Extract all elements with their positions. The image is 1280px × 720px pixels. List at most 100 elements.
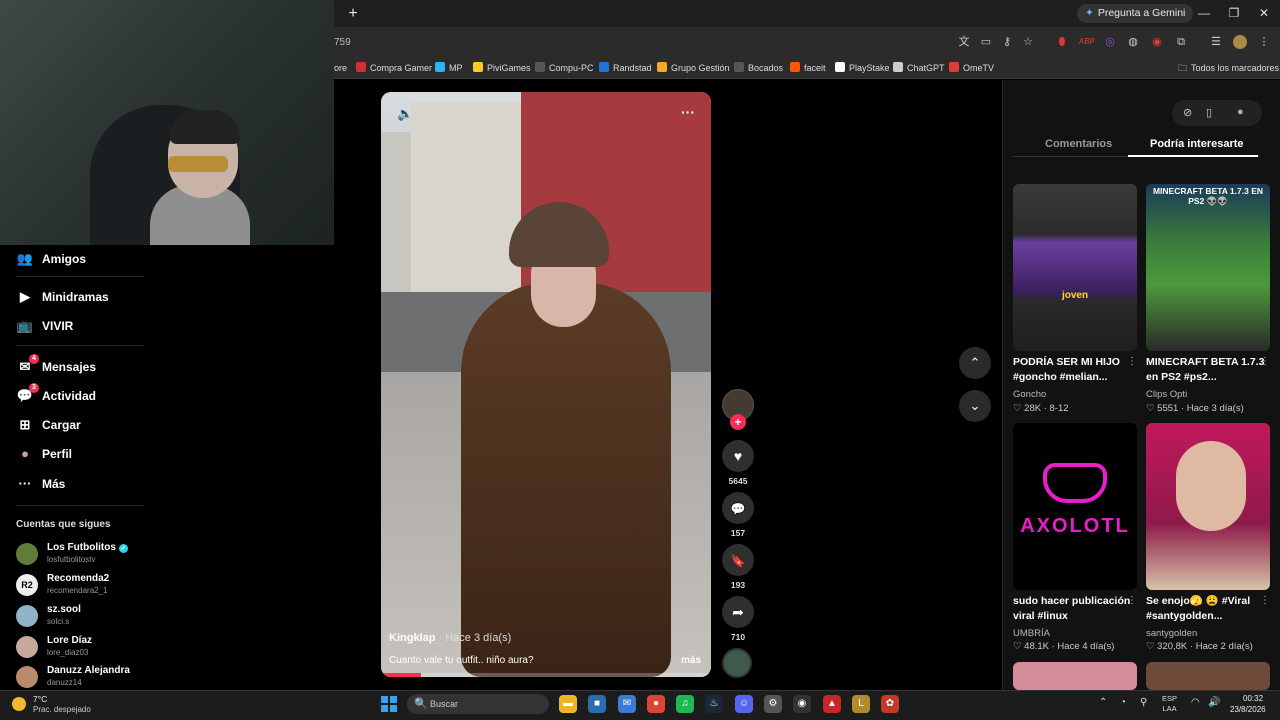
weather-description[interactable]: Prac. despejado <box>33 705 91 714</box>
volume-icon[interactable]: 🔈 <box>397 106 413 122</box>
like-button[interactable]: ♥ <box>722 440 754 472</box>
extensions-puzzle-icon[interactable]: ⧉ <box>1174 35 1188 49</box>
bookmark-item[interactable]: PlayStake <box>835 61 890 75</box>
tab-comments[interactable]: Comentarios <box>1045 138 1112 150</box>
bookmark-item[interactable]: faceit <box>790 61 826 75</box>
share-button[interactable]: ➦ <box>722 596 754 628</box>
card-menu-icon[interactable]: ⋮ <box>1260 356 1270 367</box>
suggested-video-thumbnail[interactable]: joven <box>1013 184 1137 351</box>
sidebar-item-actividad[interactable]: 💬 3 Actividad <box>16 383 96 407</box>
suggested-video-title[interactable]: PODRÍA SER MI HIJO #goncho #melian... <box>1013 355 1137 385</box>
clock-time[interactable]: 00:32 <box>1243 694 1263 703</box>
profile-avatar-icon[interactable] <box>1233 35 1247 49</box>
extension-color-icon[interactable]: ◎ <box>1103 35 1117 49</box>
bookmark-item[interactable]: Bocados <box>734 61 783 75</box>
cast-icon[interactable]: ▭ <box>979 35 993 49</box>
suggested-video-author[interactable]: Clips Opti <box>1146 389 1187 400</box>
settings-icon[interactable]: ⚙ <box>764 695 782 713</box>
new-tab-button[interactable]: + <box>345 6 361 22</box>
key-icon[interactable]: ⚷ <box>1000 35 1014 49</box>
suggested-video-thumbnail[interactable] <box>1013 662 1137 690</box>
tab-suggested[interactable]: Podría interesarte <box>1150 138 1244 150</box>
suggested-video-thumbnail[interactable]: MINECRAFT BETA 1.7.3 EN PS2 👽👽 <box>1146 184 1270 351</box>
active-app-icon[interactable]: ✿ <box>881 695 899 713</box>
minimize-button[interactable]: — <box>1196 5 1212 21</box>
close-window-button[interactable]: ✕ <box>1256 5 1272 21</box>
weather-temperature[interactable]: 7°C <box>33 694 47 704</box>
chrome-icon[interactable]: ● <box>647 695 665 713</box>
extension-globe-icon[interactable]: ◍ <box>1126 35 1140 49</box>
tray-expand-icon[interactable]: ⌃ <box>1099 697 1107 708</box>
suggested-video-thumbnail[interactable] <box>1146 662 1270 690</box>
spotify-icon[interactable]: ♫ <box>676 695 694 713</box>
tray-app-icon[interactable]: ◔ <box>1120 697 1126 708</box>
reading-list-icon[interactable]: ☰ <box>1209 35 1223 49</box>
suggested-video-title[interactable]: Se enojo🫣 😩 #Viral #santygolden... <box>1146 594 1270 624</box>
comment-button[interactable]: 💬 <box>722 492 754 524</box>
game-launcher-icon[interactable]: ▲ <box>823 695 841 713</box>
bookmark-item[interactable]: PiviGames <box>473 61 531 75</box>
suggested-video-author[interactable]: UMBRÍA <box>1013 628 1050 639</box>
suggested-video-author[interactable]: Goncho <box>1013 389 1046 400</box>
panel-avatar-icon[interactable]: ● <box>1237 106 1244 118</box>
windows-start-icon[interactable] <box>381 696 397 712</box>
next-video-button[interactable]: ⌄ <box>959 390 991 422</box>
maximize-button[interactable]: ❐ <box>1226 5 1242 21</box>
music-disc-icon[interactable] <box>722 648 752 678</box>
save-button[interactable]: 🔖 <box>722 544 754 576</box>
sidebar-item-amigos[interactable]: 👥 Amigos <box>16 248 86 270</box>
sidebar-item-vivir[interactable]: 📺 VIVIR <box>16 315 73 337</box>
bookmark-item[interactable]: Grupo Gestión <box>657 61 730 75</box>
video-more-options-icon[interactable]: ··· <box>681 104 695 120</box>
suggested-video-author[interactable]: santygolden <box>1146 628 1197 639</box>
card-menu-icon[interactable]: ⋮ <box>1127 595 1137 606</box>
browser-menu-icon[interactable]: ⋮ <box>1257 35 1271 49</box>
tray-network-icon[interactable]: ⚲ <box>1140 697 1147 708</box>
video-player[interactable]: 🔈 ··· Kingklap · Hace 3 día(s) Cuanto va… <box>381 92 711 677</box>
sidebar-item-minidramas[interactable]: ▶ Minidramas <box>16 286 109 308</box>
taskbar-search-input[interactable] <box>407 694 549 714</box>
sidebar-item-mensajes[interactable]: ✉ 4 Mensajes <box>16 354 96 378</box>
all-bookmarks-button[interactable]: 🗀 Todos los marcadores <box>1178 61 1279 75</box>
video-progress-track[interactable] <box>381 673 711 677</box>
extension-red-icon[interactable]: ⬮ <box>1055 35 1069 49</box>
weather-sun-icon[interactable] <box>12 697 26 711</box>
clock-date[interactable]: 23/8/2026 <box>1230 705 1266 714</box>
volume-tray-icon[interactable]: 🔊 <box>1208 697 1220 708</box>
steam-icon[interactable]: ♨ <box>705 695 723 713</box>
discord-icon[interactable]: ☺ <box>735 695 753 713</box>
sidebar-item-perfil[interactable]: ● Perfil <box>16 443 72 465</box>
star-icon[interactable]: ☆ <box>1021 35 1035 49</box>
bookmark-item[interactable]: Compu-PC <box>535 61 594 75</box>
github-icon[interactable]: ◉ <box>793 695 811 713</box>
gemini-button[interactable]: ✦ Pregunta a Gemini <box>1077 4 1194 23</box>
mail-icon[interactable]: ✉ <box>618 695 636 713</box>
suggested-video-title[interactable]: MINECRAFT BETA 1.7.3 en PS2 #ps2... <box>1146 355 1270 385</box>
bookmark-item[interactable]: ChatGPT <box>893 61 945 75</box>
url-text[interactable]: 759 <box>334 37 351 48</box>
card-menu-icon[interactable]: ⋮ <box>1127 356 1137 367</box>
wifi-icon[interactable]: ◠ <box>1191 697 1200 708</box>
league-icon[interactable]: L <box>852 695 870 713</box>
suggested-video-title[interactable]: sudo hacer publicación viral #linux <box>1013 594 1137 624</box>
compass-icon[interactable]: ⊘ <box>1183 106 1192 119</box>
previous-video-button[interactable]: ⌃ <box>959 347 991 379</box>
video-author[interactable]: Kingklap · Hace 3 día(s) <box>389 632 511 644</box>
sidebar-item-cargar[interactable]: ⊞ Cargar <box>16 414 81 436</box>
sidebar-item-mas[interactable]: ··· Más <box>16 473 66 495</box>
file-explorer-icon[interactable]: ▬ <box>559 695 577 713</box>
card-menu-icon[interactable]: ⋮ <box>1260 595 1270 606</box>
bookmark-item[interactable]: MP <box>435 61 463 75</box>
bookmark-item[interactable]: Randstad <box>599 61 652 75</box>
caption-more-link[interactable]: más <box>681 655 701 666</box>
language-indicator[interactable]: ESP LAA <box>1162 694 1177 714</box>
bookmark-item[interactable]: OmeTV <box>949 61 994 75</box>
bookmark-item[interactable]: ore <box>334 61 347 75</box>
extension-record-icon[interactable]: ◉ <box>1150 35 1164 49</box>
adblock-icon[interactable]: ABP <box>1079 35 1095 49</box>
suggested-video-thumbnail[interactable]: AXOLOTL <box>1013 423 1137 590</box>
bookmark-item[interactable]: Compra Gamer <box>356 61 432 75</box>
follow-plus-button[interactable]: + <box>730 414 746 430</box>
phone-icon[interactable]: ▯ <box>1206 106 1212 119</box>
translate-icon[interactable]: 文 <box>957 35 971 49</box>
